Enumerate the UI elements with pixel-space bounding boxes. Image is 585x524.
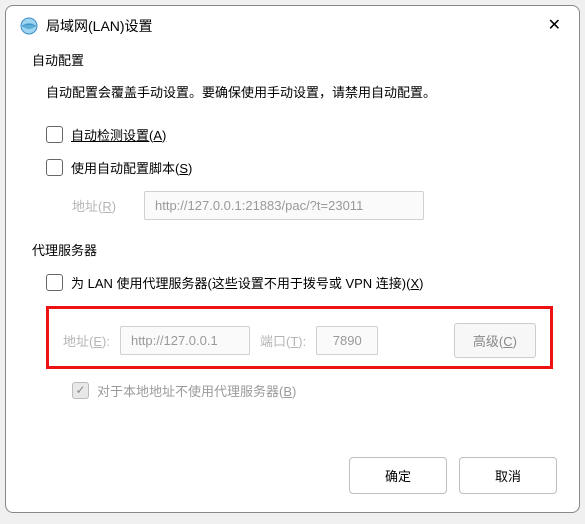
auto-config-description: 自动配置会覆盖手动设置。要确保使用手动设置，请禁用自动配置。	[46, 83, 553, 103]
bypass-local-checkbox	[72, 382, 89, 399]
proxy-port-label: 端口(T):	[260, 331, 306, 350]
use-script-label: 使用自动配置脚本(S)	[71, 158, 192, 177]
proxy-group: 代理服务器 为 LAN 使用代理服务器(这些设置不用于拨号或 VPN 连接)(X…	[32, 240, 553, 400]
proxy-address-input	[120, 326, 250, 355]
cancel-button[interactable]: 取消	[459, 457, 557, 494]
close-icon[interactable]: ✕	[544, 18, 565, 34]
internet-options-icon	[20, 17, 38, 35]
script-address-row: 地址(R)	[72, 191, 553, 220]
proxy-address-row: 地址(E): 端口(T): 高级(C)	[63, 323, 536, 358]
bypass-local-label: 对于本地地址不使用代理服务器(B)	[97, 381, 296, 400]
use-proxy-checkbox[interactable]	[46, 274, 63, 291]
use-script-row[interactable]: 使用自动配置脚本(S)	[46, 158, 553, 177]
dialog-body: 自动配置 自动配置会覆盖手动设置。要确保使用手动设置，请禁用自动配置。 自动检测…	[6, 44, 579, 443]
script-address-label: 地址(R)	[72, 196, 126, 215]
titlebar: 局域网(LAN)设置 ✕	[6, 6, 579, 44]
dialog-footer: 确定 取消	[6, 443, 579, 512]
auto-detect-row[interactable]: 自动检测设置(A)	[46, 125, 553, 144]
proxy-address-label: 地址(E):	[63, 331, 110, 350]
auto-detect-label: 自动检测设置(A)	[71, 125, 166, 144]
script-address-input	[144, 191, 424, 220]
advanced-button[interactable]: 高级(C)	[454, 323, 536, 358]
use-script-checkbox[interactable]	[46, 159, 63, 176]
ok-button[interactable]: 确定	[349, 457, 447, 494]
use-proxy-row[interactable]: 为 LAN 使用代理服务器(这些设置不用于拨号或 VPN 连接)(X)	[46, 273, 553, 292]
proxy-port-input	[316, 326, 378, 355]
auto-config-group: 自动配置 自动配置会覆盖手动设置。要确保使用手动设置，请禁用自动配置。 自动检测…	[32, 50, 553, 220]
dialog-title: 局域网(LAN)设置	[46, 16, 544, 36]
bypass-local-row: 对于本地地址不使用代理服务器(B)	[72, 381, 553, 400]
auto-detect-checkbox[interactable]	[46, 126, 63, 143]
use-proxy-label: 为 LAN 使用代理服务器(这些设置不用于拨号或 VPN 连接)(X)	[71, 273, 423, 292]
proxy-highlight-box: 地址(E): 端口(T): 高级(C)	[46, 306, 553, 369]
auto-config-legend: 自动配置	[32, 50, 553, 69]
proxy-legend: 代理服务器	[32, 240, 553, 259]
lan-settings-dialog: 局域网(LAN)设置 ✕ 自动配置 自动配置会覆盖手动设置。要确保使用手动设置，…	[5, 5, 580, 513]
